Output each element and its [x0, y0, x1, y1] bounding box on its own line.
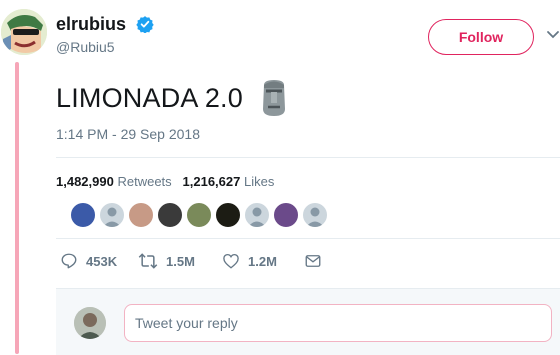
author-handle[interactable]: @Rubiu5	[56, 39, 115, 55]
chevron-down-icon[interactable]	[546, 28, 560, 42]
liker-avatar[interactable]	[186, 202, 212, 228]
reply-box	[56, 288, 560, 355]
thread-line	[15, 62, 19, 354]
likes-count[interactable]: 1,216,627	[183, 174, 241, 189]
reply-action[interactable]: 453K	[60, 252, 117, 270]
retweets-count[interactable]: 1,482,990	[56, 174, 114, 189]
retweets-label[interactable]: Retweets	[117, 174, 171, 189]
likes-label[interactable]: Likes	[244, 174, 274, 189]
liker-avatar[interactable]	[244, 202, 270, 228]
liker-avatar[interactable]	[99, 202, 125, 228]
retweet-action[interactable]: 1.5M	[138, 252, 195, 270]
follow-button[interactable]: Follow	[428, 19, 534, 55]
verified-badge-icon	[136, 16, 154, 33]
reply-input[interactable]	[124, 304, 552, 342]
tweet-actions: 453K 1.5M 1.2M	[56, 252, 376, 274]
like-action[interactable]: 1.2M	[222, 252, 277, 270]
tweet-timestamp[interactable]: 1:14 PM - 29 Sep 2018	[56, 126, 200, 142]
author-avatar[interactable]	[1, 9, 47, 55]
liker-avatar[interactable]	[157, 202, 183, 228]
heart-icon	[223, 253, 239, 269]
author-name[interactable]: elrubius	[56, 14, 126, 34]
liker-avatar[interactable]	[273, 202, 299, 228]
envelope-icon	[305, 255, 321, 267]
tweet-text: LIMONADA 2.0	[56, 83, 243, 113]
divider	[56, 157, 560, 158]
retweet-icon	[138, 253, 158, 269]
reply-count: 453K	[86, 253, 118, 269]
moai-emoji-icon	[263, 80, 285, 116]
reply-icon	[61, 253, 77, 269]
liker-avatar[interactable]	[70, 202, 96, 228]
message-action[interactable]	[304, 252, 330, 270]
divider	[56, 238, 560, 239]
like-count: 1.2M	[248, 253, 277, 269]
tweet-stats: 1,482,990 Retweets 1,216,627 Likes	[56, 174, 274, 189]
liker-avatar[interactable]	[302, 202, 328, 228]
retweet-count: 1.5M	[166, 253, 195, 269]
liker-avatar[interactable]	[215, 202, 241, 228]
current-user-avatar	[74, 307, 106, 339]
liker-avatar[interactable]	[128, 202, 154, 228]
